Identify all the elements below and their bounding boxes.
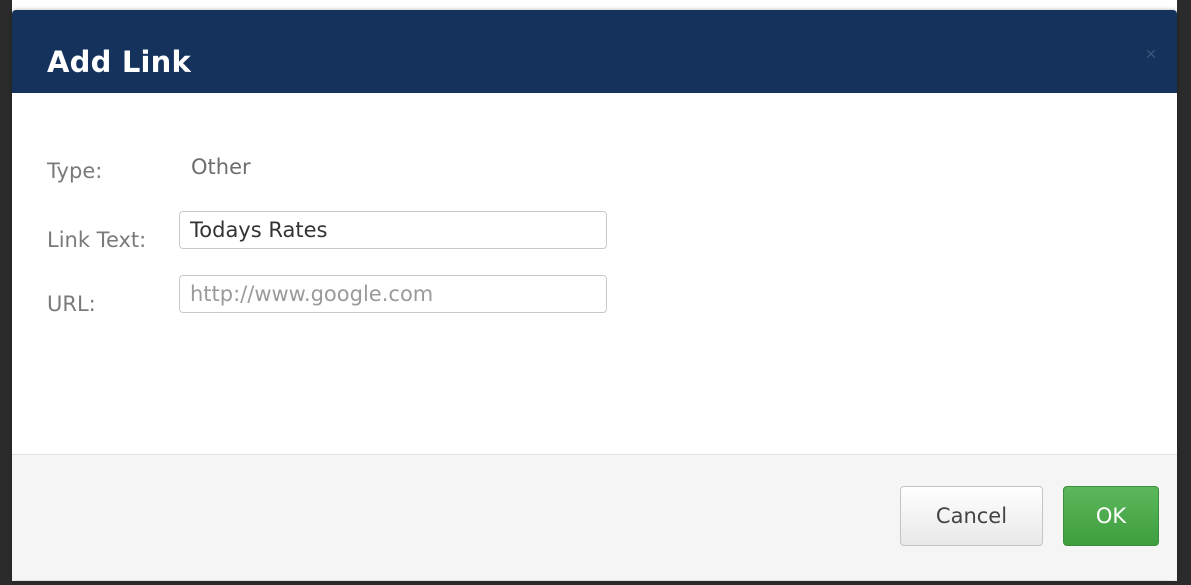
type-label: Type: [47,159,103,183]
dialog-title: Add Link [47,45,192,79]
dialog-header: Add Link ✕ [12,10,1177,93]
dialog-body: Type: Other Link Text: URL: [12,93,1177,454]
link-text-input[interactable] [179,211,607,249]
url-input[interactable] [179,275,607,313]
add-link-dialog: Add Link ✕ Type: Other Link Text: URL: C… [12,10,1177,580]
cancel-button[interactable]: Cancel [900,486,1043,546]
backdrop-bottom-edge [0,581,1191,585]
type-value: Other [191,155,251,179]
backdrop-right-edge [1177,0,1191,585]
backdrop-left-edge [0,0,12,585]
close-icon[interactable]: ✕ [1143,46,1159,62]
dialog-footer: Cancel OK [12,454,1177,580]
url-label: URL: [47,292,96,316]
ok-button[interactable]: OK [1063,486,1159,546]
link-text-label: Link Text: [47,228,147,252]
